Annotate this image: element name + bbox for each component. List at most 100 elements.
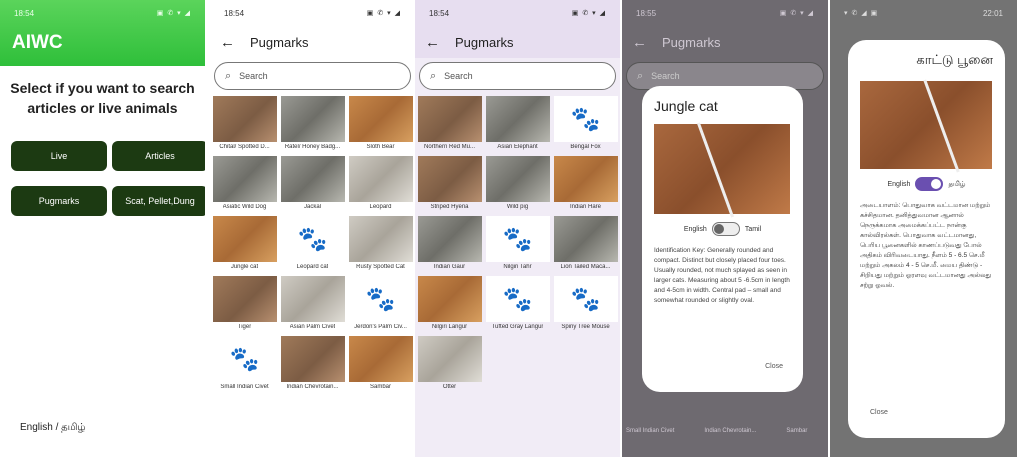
- status-bar: ▾ ✆ ◢ ▣ 22:01: [830, 0, 1017, 26]
- pugmark-label: Leopard cat: [296, 264, 329, 270]
- language-toggle-row: English Tamil: [654, 222, 791, 236]
- app-bar: ← Pugmarks: [210, 26, 415, 58]
- pugmark-thumbnail: [280, 336, 345, 382]
- pugmark-thumbnail: [212, 96, 277, 142]
- pugmark-thumbnail: [348, 156, 413, 202]
- pugmark-item[interactable]: 🐾 Small Indian Civet: [212, 336, 277, 390]
- pugmarks-button[interactable]: Pugmarks: [11, 186, 107, 216]
- search-input[interactable]: ⌕ Search: [419, 62, 616, 90]
- pugmark-item[interactable]: 🐾 Spiny Tree Mouse: [553, 276, 618, 330]
- pugmark-item[interactable]: Jackal: [280, 156, 345, 210]
- search-placeholder: Search: [444, 71, 473, 81]
- pugmark-thumbnail: [348, 336, 413, 382]
- dialog-title: காட்டு பூனை: [916, 52, 993, 67]
- pugmark-label: Sloth Bear: [366, 144, 395, 150]
- back-arrow-icon[interactable]: ←: [425, 34, 455, 51]
- pugmark-label: Indian Chevrotain...: [286, 384, 339, 390]
- live-button[interactable]: Live: [11, 141, 107, 171]
- pugmark-label: Asian Palm Civet: [289, 324, 336, 330]
- status-bar: 18:54 ▣ ✆ ▾ ◢: [0, 0, 205, 26]
- pugmark-item[interactable]: 🐾 Nilgiri Tahr: [485, 216, 550, 270]
- app-bar: ← Pugmarks: [415, 26, 620, 58]
- pugmark-item[interactable]: Wild pig: [485, 156, 550, 210]
- pugmark-label: Nilgiri Langur: [431, 324, 468, 330]
- pugmark-item[interactable]: 🐾 Jerdon's Palm Civ...: [348, 276, 413, 330]
- identification-text: அடையாளம்: பொதுவாக வட்டமான மற்றும் கச்சித…: [860, 202, 992, 289]
- pugmark-item[interactable]: Rusty Spotted Cat: [348, 216, 413, 270]
- pugmark-thumbnail: [348, 96, 413, 142]
- pugmark-label: Small Indian Civet: [220, 384, 269, 390]
- language-toggle[interactable]: [915, 177, 944, 191]
- background-labels: Small Indian Civet Indian Chevrotain... …: [626, 428, 807, 434]
- pugmark-label: Indian Gaur: [433, 264, 466, 270]
- status-icons: ▾ ✆ ◢ ▣: [844, 10, 879, 17]
- pugmark-label: Tufted Gray Langur: [491, 324, 544, 330]
- search-icon: ⌕: [637, 69, 644, 82]
- status-icons: ▣ ✆ ▾ ◢: [779, 10, 814, 17]
- language-toggle[interactable]: [711, 222, 740, 236]
- paw-icon: 🐾: [485, 276, 550, 322]
- pugmark-item[interactable]: Striped Hyena: [417, 156, 482, 210]
- scat-pellet-dung-button[interactable]: Scat, Pellet,Dung: [112, 186, 205, 216]
- pugmark-thumbnail: [280, 156, 345, 202]
- back-arrow-icon[interactable]: ←: [632, 34, 662, 51]
- close-button[interactable]: Close: [870, 409, 888, 416]
- pugmark-item[interactable]: Tiger: [212, 276, 277, 330]
- pugmark-grid: Chital/ Spotted D... Ratel/ Honey Badg...…: [210, 96, 415, 390]
- pugmark-label: Asian Elephant: [497, 144, 538, 150]
- pugmark-item[interactable]: Sambar: [348, 336, 413, 390]
- pugmark-item[interactable]: Otter: [417, 336, 482, 390]
- pugmark-item[interactable]: Asiatic Wild Dog: [212, 156, 277, 210]
- pugmark-item[interactable]: Indian Chevrotain...: [280, 336, 345, 390]
- pugmark-item[interactable]: Leopard: [348, 156, 413, 210]
- paw-glyph: 🐾: [570, 105, 601, 133]
- pugmark-label: Jungle cat: [230, 264, 259, 270]
- status-icons: ▣ ✆ ▾ ◢: [156, 10, 191, 17]
- pugmark-item[interactable]: 🐾 Leopard cat: [280, 216, 345, 270]
- language-switch-link[interactable]: English / தமிழ்: [20, 422, 86, 434]
- paw-glyph: 🐾: [570, 285, 601, 313]
- app-bar: 18:54 ▣ ✆ ▾ ◢ AIWC: [0, 0, 205, 66]
- pugmark-item[interactable]: Asian Elephant: [485, 96, 550, 150]
- pugmark-item[interactable]: Northern Red Mu...: [417, 96, 482, 150]
- pugmark-label: Jackal: [303, 204, 321, 210]
- pugmark-item[interactable]: Ratel/ Honey Badg...: [280, 96, 345, 150]
- pugmark-label: Jerdon's Palm Civ...: [354, 324, 407, 330]
- pugmark-thumbnail: [280, 96, 345, 142]
- close-button[interactable]: Close: [765, 363, 783, 370]
- paw-icon: 🐾: [553, 96, 618, 142]
- pugmark-grid: Northern Red Mu... Asian Elephant 🐾 Bengal …: [415, 96, 620, 390]
- pugmark-label: Nilgiri Tahr: [503, 264, 532, 270]
- pugmark-item[interactable]: Nilgiri Langur: [417, 276, 482, 330]
- pugmark-thumbnail: [417, 96, 482, 142]
- pugmark-item[interactable]: Jungle cat: [212, 216, 277, 270]
- status-time: 18:55: [636, 8, 657, 18]
- toggle-label-tamil: Tamil: [744, 225, 762, 233]
- search-input[interactable]: ⌕ Search: [214, 62, 411, 90]
- pugmark-thumbnail: [212, 216, 277, 262]
- pugmark-item[interactable]: Chital/ Spotted D...: [212, 96, 277, 150]
- status-time: 18:54: [224, 8, 245, 18]
- back-arrow-icon[interactable]: ←: [220, 34, 250, 51]
- status-bar: 18:55 ▣ ✆ ▾ ◢: [622, 0, 828, 26]
- menu-buttons: Live Articles Pugmarks Scat, Pellet,Dung: [11, 141, 205, 216]
- paw-glyph: 🐾: [502, 225, 533, 253]
- pugmark-label: Bengal Fox: [570, 144, 601, 150]
- page-title: Pugmarks: [662, 34, 721, 50]
- pugmark-item[interactable]: 🐾 Tufted Gray Langur: [485, 276, 550, 330]
- pugmark-item[interactable]: Sloth Bear: [348, 96, 413, 150]
- pugmark-item[interactable]: Asian Palm Civet: [280, 276, 345, 330]
- pugmark-item[interactable]: 🐾 Bengal Fox: [553, 96, 618, 150]
- search-icon: ⌕: [225, 69, 232, 82]
- status-time: 18:54: [429, 8, 450, 18]
- paw-icon: 🐾: [280, 216, 345, 262]
- paw-icon: 🐾: [485, 216, 550, 262]
- app-bar: ← Pugmarks: [622, 26, 828, 58]
- pugmark-label: Chital/ Spotted D...: [219, 144, 270, 150]
- pugmark-label: Otter: [442, 384, 457, 390]
- pugmark-label: Northern Red Mu...: [423, 144, 476, 150]
- pugmark-item[interactable]: Lion Tailed Maca...: [553, 216, 618, 270]
- pugmark-item[interactable]: Indian Hare: [553, 156, 618, 210]
- articles-button[interactable]: Articles: [112, 141, 205, 171]
- pugmark-item[interactable]: Indian Gaur: [417, 216, 482, 270]
